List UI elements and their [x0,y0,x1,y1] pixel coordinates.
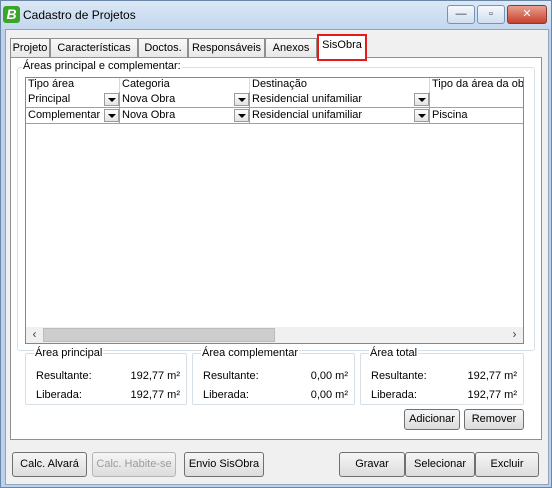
envio-sisobra-button[interactable]: Envio SisObra [184,452,264,477]
app-logo-icon: B [3,6,20,23]
area-complementar-box: Área complementar Resultante: 0,00 m² Li… [192,347,355,405]
chevron-down-icon[interactable] [414,109,429,122]
scrollbar-thumb[interactable] [43,328,275,342]
principal-liberada-value: 192,77 m² [130,389,180,401]
horizontal-scrollbar[interactable]: ‹ › [26,327,523,343]
add-button[interactable]: Adicionar [404,409,460,430]
grid-header: Tipo área Categoria Destinação Tipo da á… [26,78,523,92]
areas-grid: Tipo área Categoria Destinação Tipo da á… [25,77,524,344]
close-button[interactable]: ✕ [507,5,547,24]
cell-tipo-area-obra[interactable] [430,92,523,108]
window-title: Cadastro de Projetos [23,8,136,22]
total-resultante-value: 192,77 m² [467,370,517,382]
maximize-button[interactable]: ▫ [477,5,505,24]
excluir-button[interactable]: Excluir [475,452,539,477]
area-total-box: Área total Resultante: 192,77 m² Liberad… [360,347,524,405]
chevron-down-icon[interactable] [234,109,249,122]
tab-sisobra[interactable]: SisObra [318,35,366,59]
cell-destinacao[interactable]: Residencial unifamiliar [250,108,430,124]
resultante-label: Resultante: [203,370,259,382]
tab-projeto[interactable]: Projeto [10,38,50,58]
area-complementar-title: Área complementar [201,347,299,359]
chevron-down-icon[interactable] [414,93,429,106]
tab-doctos[interactable]: Doctos. [138,38,188,58]
complementar-resultante-value: 0,00 m² [310,370,348,382]
liberada-label: Liberada: [203,389,249,401]
col-tipo-area[interactable]: Tipo área [26,78,120,92]
tab-responsaveis[interactable]: Responsáveis [188,38,265,58]
area-principal-title: Área principal [34,347,104,359]
title-bar[interactable]: B Cadastro de Projetos — ▫ ✕ [1,1,551,29]
area-total-title: Área total [369,347,419,359]
selecionar-button[interactable]: Selecionar [405,452,475,477]
minimize-button[interactable]: — [447,5,475,24]
cell-categoria[interactable]: Nova Obra [120,108,250,124]
resultante-label: Resultante: [36,370,92,382]
liberada-label: Liberada: [371,389,417,401]
tab-anexos[interactable]: Anexos [265,38,317,58]
cell-destinacao[interactable]: Residencial unifamiliar [250,92,430,108]
col-destinacao[interactable]: Destinação [250,78,430,92]
chevron-down-icon[interactable] [234,93,249,106]
gravar-button[interactable]: Gravar [339,452,405,477]
remove-button[interactable]: Remover [464,409,524,430]
tab-panel-sisobra: Áreas principal e complementar: Tipo áre… [10,57,542,440]
area-principal-box: Área principal Resultante: 192,77 m² Lib… [25,347,187,405]
liberada-label: Liberada: [36,389,82,401]
table-row: Principal Nova Obra Residencial unifamil… [26,92,523,108]
areas-group-title: Áreas principal e complementar: [22,60,182,72]
col-categoria[interactable]: Categoria [120,78,250,92]
calc-habite-se-button[interactable]: Calc. Habite-se [92,452,176,477]
principal-resultante-value: 192,77 m² [130,370,180,382]
client-area: Projeto Características Doctos. Responsá… [5,29,549,485]
chevron-down-icon[interactable] [104,109,119,122]
resultante-label: Resultante: [371,370,427,382]
footer-bar: Calc. Alvará Calc. Habite-se Envio SisOb… [6,442,548,484]
tab-caracteristicas[interactable]: Características [50,38,138,58]
cell-tipo-area[interactable]: Principal [26,92,120,108]
total-liberada-value: 192,77 m² [467,389,517,401]
table-row: Complementar Nova Obra Residencial unifa… [26,108,523,124]
scroll-right-icon[interactable]: › [506,327,523,343]
cell-tipo-area[interactable]: Complementar [26,108,120,124]
complementar-liberada-value: 0,00 m² [310,389,348,401]
cell-tipo-area-obra[interactable]: Piscina [430,108,523,124]
calc-alvara-button[interactable]: Calc. Alvará [12,452,87,477]
cell-categoria[interactable]: Nova Obra [120,92,250,108]
chevron-down-icon[interactable] [104,93,119,106]
window: B Cadastro de Projetos — ▫ ✕ Projeto Car… [0,0,552,488]
scroll-left-icon[interactable]: ‹ [26,327,43,343]
col-tipo-area-obra[interactable]: Tipo da área da ob [430,78,523,92]
